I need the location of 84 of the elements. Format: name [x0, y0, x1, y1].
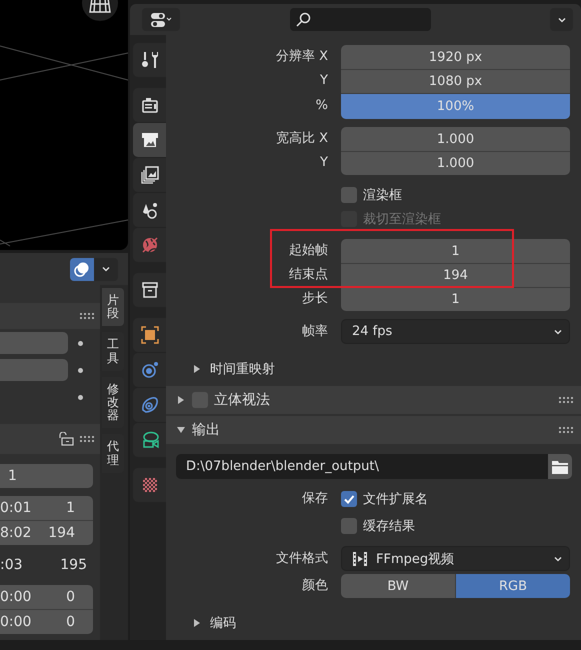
properties-tab[interactable]: [133, 388, 166, 422]
field-label: 文件格式: [275, 550, 328, 568]
field-label: %: [314, 97, 328, 115]
field-label: 起始帧: [288, 242, 328, 260]
time-text: 0:00: [0, 589, 32, 605]
checkbox[interactable]: [341, 518, 357, 534]
keyframe-dot[interactable]: [78, 394, 83, 400]
field-label: Y: [319, 72, 328, 90]
drag-handle-icon[interactable]: [559, 397, 573, 403]
field-label: 宽高比 X: [274, 130, 328, 148]
path-field[interactable]: D:\07blender\blender_output\: [176, 454, 548, 479]
tool-icon: [140, 50, 160, 70]
properties-tab[interactable]: [133, 193, 166, 227]
expanded-triangle-icon[interactable]: [176, 425, 186, 435]
output-icon: [140, 130, 160, 150]
properties-tab[interactable]: [133, 423, 166, 457]
checkbox-label: 渲染框: [363, 187, 402, 204]
unlocked-lock-icon[interactable]: [58, 432, 74, 446]
subpanel-title[interactable]: 时间重映射: [210, 360, 275, 378]
file-format-dropdown[interactable]: FFmpeg视频: [341, 546, 570, 571]
properties-tab[interactable]: [133, 273, 166, 307]
frame-number: 0: [66, 614, 75, 630]
caret-icon: [101, 264, 111, 274]
drag-handle-icon[interactable]: [80, 436, 94, 442]
collapsed-triangle-icon[interactable]: [192, 618, 202, 628]
number-field[interactable]: 194: [341, 263, 570, 287]
view-layer-icon: [140, 165, 160, 185]
frame-number: 0: [66, 589, 75, 605]
number-field[interactable]: 1920 px: [341, 45, 570, 69]
color-mode-option[interactable]: RGB: [456, 574, 570, 598]
checkbox-label: 裁切至渲染框: [363, 211, 441, 228]
folder-button[interactable]: [548, 454, 572, 479]
editor-type-button[interactable]: [142, 8, 180, 31]
number-field[interactable]: [0, 359, 68, 381]
frame-rate-dropdown[interactable]: 24 fps: [341, 319, 570, 344]
properties-tab[interactable]: [133, 353, 166, 387]
dropdown-button[interactable]: [550, 8, 573, 31]
number-field[interactable]: 1080 px: [341, 69, 570, 93]
properties-tab[interactable]: [133, 43, 166, 77]
time-text: :03: [0, 557, 23, 573]
drag-handle-icon[interactable]: [80, 313, 94, 319]
field-label: 颜色: [301, 577, 328, 595]
checkbox[interactable]: [341, 187, 357, 203]
number-field[interactable]: 1.000: [341, 127, 570, 151]
collapsed-triangle-icon[interactable]: [192, 364, 202, 374]
checkbox-label: 文件扩展名: [363, 491, 428, 508]
folder-icon: [551, 458, 569, 474]
field-label: 保存: [301, 490, 328, 508]
keyframe-dot[interactable]: [78, 368, 83, 372]
field-label: 分辨率 X: [274, 48, 328, 66]
properties-tab[interactable]: [133, 88, 166, 122]
time-text: 8:02: [0, 525, 32, 541]
subpanel-title[interactable]: 编码: [210, 614, 236, 632]
time-text: 0:01: [0, 500, 32, 516]
object-icon: [140, 325, 160, 345]
checkbox[interactable]: [341, 491, 357, 507]
number-field[interactable]: 1.000: [341, 151, 570, 175]
frame-number: 194: [48, 525, 75, 541]
drag-handle-icon[interactable]: [559, 427, 573, 433]
frame-number: 1: [66, 500, 75, 516]
checkbox-label: 缓存结果: [363, 518, 415, 535]
properties-tab[interactable]: [133, 158, 166, 192]
field-label: 帧率: [301, 322, 328, 340]
sidebar-tab[interactable]: 片段: [102, 288, 124, 326]
search-field[interactable]: [290, 8, 431, 31]
number-field[interactable]: 1: [0, 464, 93, 488]
collection-icon: [140, 280, 160, 300]
overlay-toggle[interactable]: [70, 258, 94, 280]
render-icon: [140, 95, 160, 115]
properties-tab[interactable]: [133, 318, 166, 352]
search-icon: [295, 12, 311, 28]
field-label: 结束点: [288, 266, 328, 284]
time-text: 0:00: [0, 614, 32, 630]
properties-tab[interactable]: [133, 123, 166, 157]
color-mode-option[interactable]: BW: [341, 574, 456, 598]
keyframe-dot[interactable]: [78, 340, 83, 346]
number-field[interactable]: 1: [341, 287, 570, 311]
number-field[interactable]: [0, 332, 68, 354]
collapsed-triangle-icon[interactable]: [176, 395, 186, 405]
field-label: Y: [319, 154, 328, 172]
frame-number: 195: [60, 557, 87, 573]
number-field[interactable]: 1: [341, 239, 570, 263]
field-label: 步长: [301, 290, 328, 308]
toggle-icon: [150, 12, 172, 28]
